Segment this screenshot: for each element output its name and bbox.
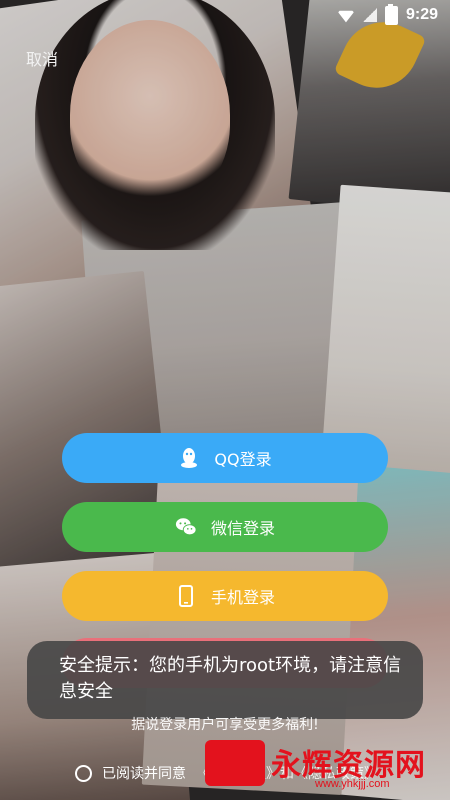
status-bar: 9:29 xyxy=(0,0,450,30)
watermark-logo-icon xyxy=(205,740,265,786)
signal-icon xyxy=(362,8,377,22)
cancel-button[interactable]: 取消 xyxy=(26,46,58,70)
wifi-icon xyxy=(337,8,355,22)
battery-icon xyxy=(384,3,398,25)
benefit-tip: 据说登录用户可享受更多福利! xyxy=(131,717,319,733)
watermark: 永辉资源网 www.yhkjjj.com xyxy=(205,736,445,796)
qq-login-button[interactable]: QQ登录 xyxy=(62,433,388,483)
wechat-login-label: 微信登录 xyxy=(210,519,275,538)
qq-login-label: QQ登录 xyxy=(214,450,272,469)
wechat-login-button[interactable]: 微信登录 xyxy=(62,502,388,552)
qq-penguin-icon xyxy=(178,447,200,469)
watermark-url: www.yhkjjj.com xyxy=(315,778,390,790)
agreement-prefix: 已阅读并同意 xyxy=(102,766,186,782)
phone-login-label: 手机登录 xyxy=(210,588,275,607)
status-time: 9:29 xyxy=(405,6,438,23)
agree-radio[interactable] xyxy=(75,764,92,782)
security-toast: 安全提示：您的手机为root环境，请注意信息安全 xyxy=(27,641,423,719)
toast-message: 安全提示：您的手机为root环境，请注意信息安全 xyxy=(59,655,402,702)
phone-icon xyxy=(175,585,197,607)
wechat-icon xyxy=(175,516,197,538)
phone-login-button[interactable]: 手机登录 xyxy=(62,571,388,621)
